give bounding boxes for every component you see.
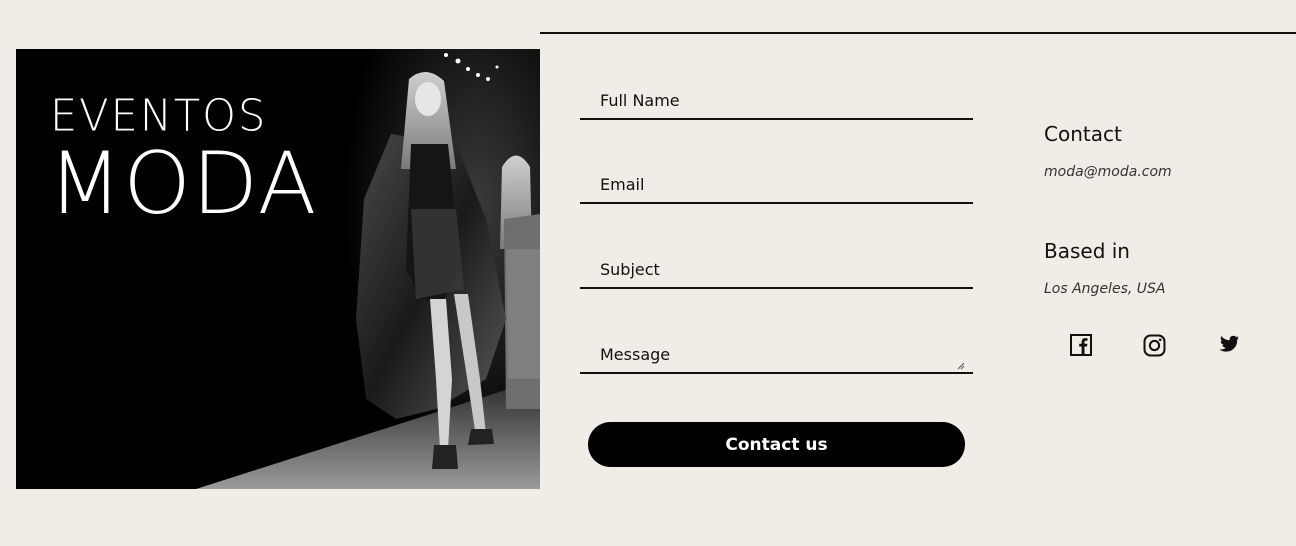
contact-us-button[interactable]: Contact us [588, 422, 965, 467]
email-input[interactable] [580, 166, 973, 202]
full-name-input[interactable] [580, 82, 973, 118]
resize-handle-icon[interactable] [957, 362, 965, 370]
subject-input[interactable] [580, 251, 973, 287]
instagram-icon[interactable] [1141, 332, 1167, 358]
message-field[interactable]: Message [580, 336, 973, 374]
location-text: Los Angeles, USA [1044, 281, 1166, 297]
hero-title-big: MODA [48, 134, 318, 234]
message-textarea[interactable] [580, 336, 973, 372]
based-in-heading: Based in [1044, 239, 1130, 263]
hero-image: EVENTOS MODA [16, 49, 540, 489]
hero-title-small: EVENTOS [50, 90, 268, 142]
full-name-field[interactable]: Full Name [580, 82, 973, 120]
top-divider [540, 32, 1296, 34]
twitter-icon[interactable] [1214, 332, 1240, 358]
email-field[interactable]: Email [580, 166, 973, 204]
subject-field[interactable]: Subject [580, 251, 973, 289]
contact-email[interactable]: moda@moda.com [1044, 164, 1172, 180]
facebook-icon[interactable] [1068, 332, 1094, 358]
contact-heading: Contact [1044, 122, 1122, 146]
